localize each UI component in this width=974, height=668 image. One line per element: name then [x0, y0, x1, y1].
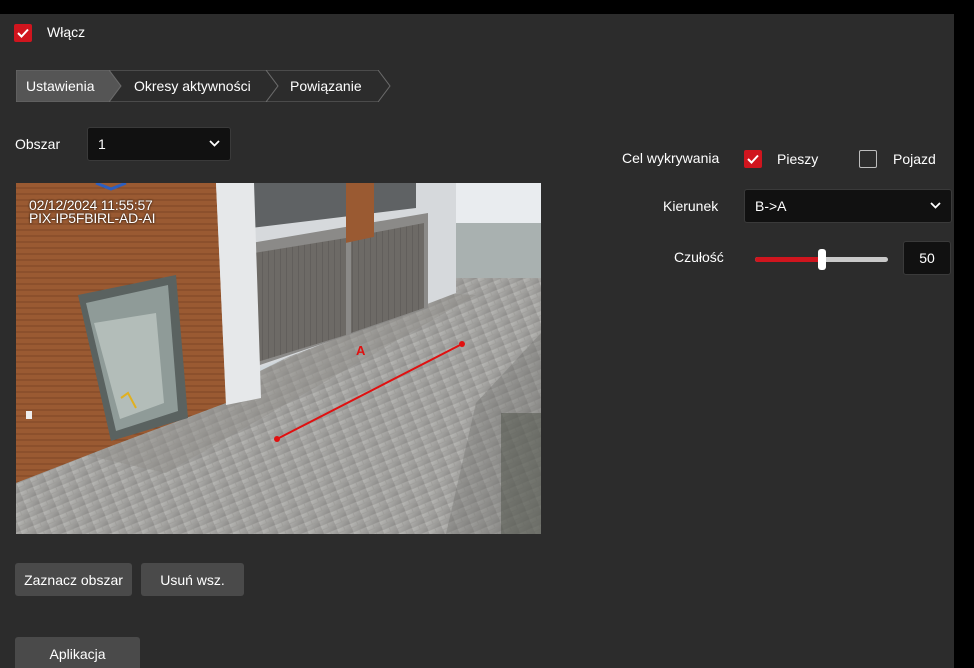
osd-camera-name: PIX-IP5FBIRL-AD-AI [29, 210, 156, 226]
area-select[interactable]: 1 [87, 127, 231, 161]
vehicle-label: Pojazd [893, 151, 936, 167]
checkmark-icon [17, 28, 29, 38]
tab-schedule[interactable]: Okresy aktywności [134, 78, 251, 94]
detection-target-label: Cel wykrywania [622, 150, 720, 166]
chevron-down-icon [930, 202, 941, 209]
sensitivity-slider-fill [755, 257, 822, 262]
line-label-a: A [356, 343, 366, 358]
pedestrian-label: Pieszy [777, 151, 819, 167]
vehicle-checkbox[interactable] [859, 150, 877, 168]
settings-panel: Włącz Ustawienia Okresy aktywności Powią… [0, 14, 954, 668]
enable-label: Włącz [47, 24, 86, 40]
area-select-value: 1 [98, 136, 106, 152]
sensitivity-slider-handle[interactable] [817, 249, 826, 270]
clear-all-button[interactable]: Usuń wsz. [141, 563, 244, 596]
direction-label: Kierunek [663, 198, 719, 214]
direction-select[interactable]: B->A [744, 189, 952, 223]
apply-button[interactable]: Aplikacja [15, 637, 140, 668]
camera-preview[interactable]: 02/12/2024 11:55:57 PIX-IP5FBIRL-AD-AI A [16, 183, 541, 534]
tab-settings[interactable]: Ustawienia [26, 78, 94, 94]
tab-linkage[interactable]: Powiązanie [290, 78, 362, 94]
mark-area-button[interactable]: Zaznacz obszar [15, 563, 132, 596]
sensitivity-slider[interactable] [755, 249, 888, 270]
pedestrian-checkbox[interactable] [744, 150, 762, 168]
enable-checkbox[interactable] [14, 24, 32, 42]
camera-scene [16, 183, 541, 534]
chevron-down-icon [209, 140, 220, 147]
checkmark-icon [747, 154, 759, 164]
area-label: Obszar [15, 136, 61, 152]
sensitivity-value-input[interactable]: 50 [903, 241, 951, 275]
direction-select-value: B->A [755, 198, 787, 214]
sensitivity-label: Czułość [674, 249, 724, 265]
